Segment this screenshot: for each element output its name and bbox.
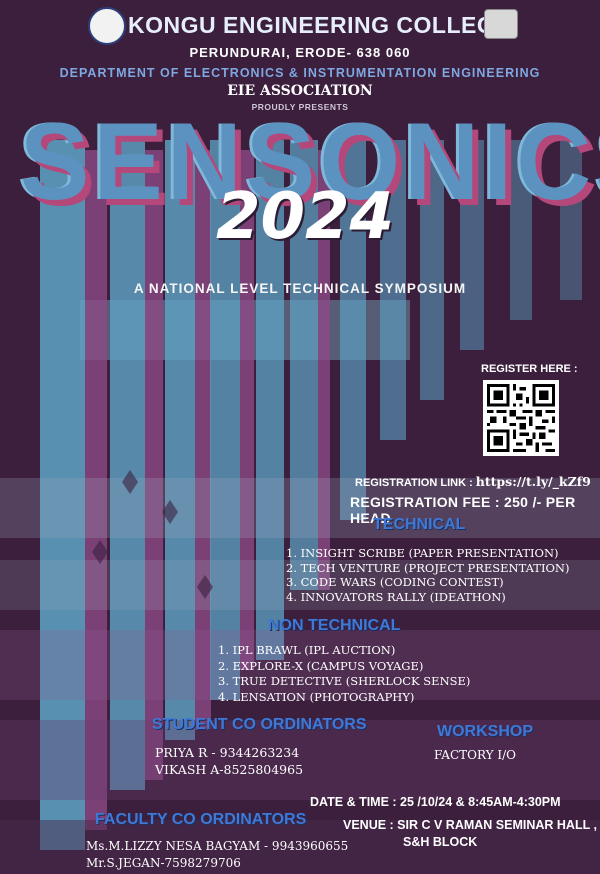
workshop-text: FACTORY I/O: [434, 748, 516, 762]
registration-qr-code[interactable]: [483, 380, 559, 456]
student-coordinators-list: PRIYA R - 9344263234 VIKASH A-8525804965: [155, 744, 303, 778]
list-item: 1. INSIGHT SCRIBE (PAPER PRESENTATION): [286, 546, 559, 560]
venue-line-2: S&H BLOCK: [403, 835, 478, 849]
qr-code-icon: [487, 384, 555, 452]
faculty-coordinators-heading: FACULTY CO ORDINATORS: [95, 811, 307, 828]
list-item: PRIYA R - 9344263234: [155, 745, 300, 760]
event-year: 2024: [215, 180, 395, 254]
registration-link-label: REGISTRATION LINK :: [355, 477, 473, 489]
list-item: VIKASH A-8525804965: [155, 762, 304, 777]
student-coordinators-heading: STUDENT CO ORDINATORS: [152, 716, 367, 733]
list-item: 2. EXPLORE-X (CAMPUS VOYAGE): [218, 658, 424, 673]
register-here-label: REGISTER HERE :: [481, 363, 578, 375]
association-name: EIE ASSOCIATION: [227, 83, 373, 99]
technical-heading: TECHNICAL: [373, 516, 466, 533]
list-item: Mr.S.JEGAN-7598279706: [86, 855, 241, 870]
event-tagline: A NATIONAL LEVEL TECHNICAL SYMPOSIUM: [133, 281, 467, 296]
faculty-coordinators-list: Ms.M.LIZZY NESA BAGYAM - 9943960655 Mr.S…: [86, 838, 348, 871]
venue-line-1: VENUE : SIR C V RAMAN SEMINAR HALL ,: [343, 818, 597, 832]
list-item: 4. INNOVATORS RALLY (IDEATHON): [286, 589, 506, 604]
college-address: PERUNDURAI, ERODE- 638 060: [189, 45, 411, 60]
non-technical-heading: NON TECHNICAL: [268, 617, 401, 634]
poster: KONGU ENGINEERING COLLEGE PERUNDURAI, ER…: [0, 0, 600, 874]
technical-events-list: 1. INSIGHT SCRIBE (PAPER PRESENTATION) 2…: [286, 546, 570, 604]
college-name: KONGU ENGINEERING COLLEGE: [128, 12, 512, 38]
workshop-heading: WORKSHOP: [437, 723, 533, 740]
list-item: 3. CODE WARS (CODING CONTEST): [286, 575, 504, 589]
non-technical-events-list: 1. IPL BRAWL (IPL AUCTION) 2. EXPLORE-X …: [218, 643, 470, 705]
list-item: 4. LENSATION (PHOTOGRAPHY): [218, 689, 415, 704]
list-item: 3. TRUE DETECTIVE (SHERLOCK SENSE): [218, 674, 471, 688]
list-item: 1. IPL BRAWL (IPL AUCTION): [218, 643, 396, 657]
department-name: DEPARTMENT OF ELECTRONICS & INSTRUMENTAT…: [59, 66, 541, 80]
association-logo: [484, 9, 518, 39]
list-item: 2. TECH VENTURE (PROJECT PRESENTATION): [286, 560, 570, 575]
venue: VENUE : SIR C V RAMAN SEMINAR HALL , S&H…: [343, 817, 597, 851]
list-item: Ms.M.LIZZY NESA BAGYAM - 9943960655: [86, 839, 349, 853]
registration-url[interactable]: https://t.ly/_kZf9: [476, 474, 591, 489]
date-time: DATE & TIME : 25 /10/24 & 8:45AM-4:30PM: [310, 795, 561, 809]
college-logo: [88, 7, 126, 45]
registration-link: REGISTRATION LINK : https://t.ly/_kZf9: [355, 474, 591, 489]
